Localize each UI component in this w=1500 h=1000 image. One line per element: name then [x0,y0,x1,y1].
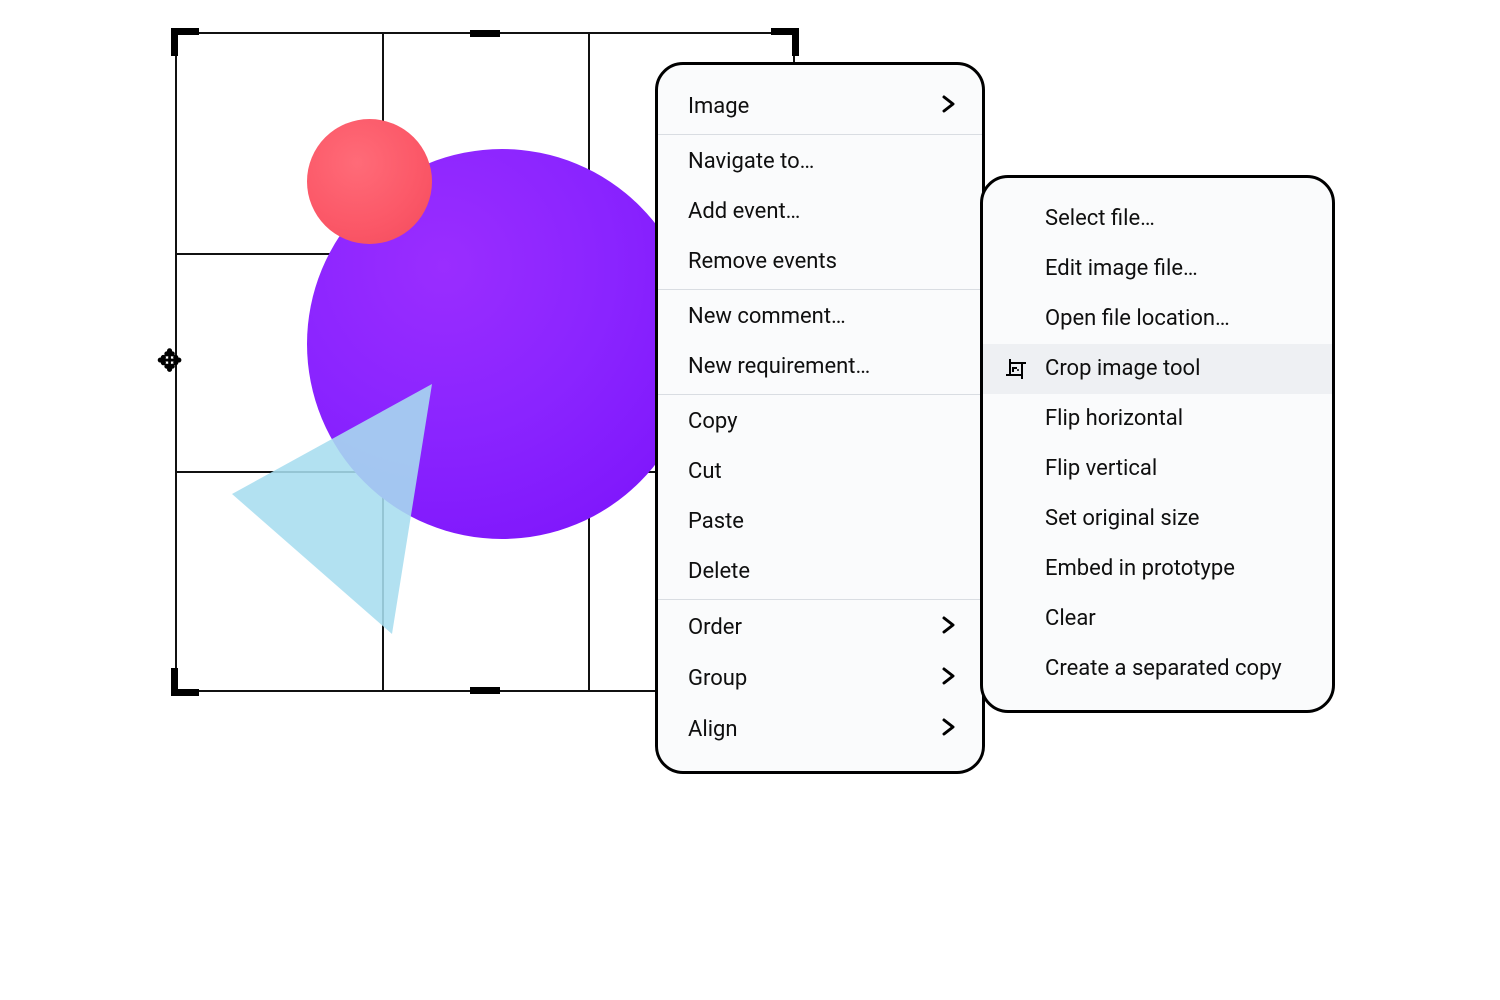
shape-pink-circle[interactable] [307,119,432,244]
selection-corner-bottom-left[interactable] [171,668,199,696]
menu-item-group[interactable]: Group [658,653,982,704]
submenu-item-create-separated-copy[interactable]: Create a separated copy [983,644,1332,694]
menu-item-label: Order [688,617,912,639]
menu-item-label: Flip horizontal [1045,408,1306,430]
menu-item-label: Edit image file… [1045,258,1306,280]
menu-item-label: Navigate to… [688,151,956,173]
menu-item-label: Select file… [1045,208,1306,230]
selection-corner-top-right[interactable] [771,28,799,56]
menu-item-navigate-to[interactable]: Navigate to… [658,137,982,187]
menu-item-label: Create a separated copy [1045,658,1306,680]
menu-item-order[interactable]: Order [658,602,982,653]
menu-item-label: Image [688,96,912,118]
menu-item-new-requirement[interactable]: New requirement… [658,342,982,392]
menu-item-image[interactable]: Image [658,81,982,132]
context-menu: Image Navigate to… Add event… Remove eve… [655,62,985,774]
menu-item-align[interactable]: Align [658,704,982,755]
submenu-item-set-original-size[interactable]: Set original size [983,494,1332,544]
menu-item-label: Clear [1045,608,1306,630]
submenu-item-crop-image-tool[interactable]: Crop image tool [983,344,1332,394]
menu-item-label: Open file location… [1045,308,1306,330]
chevron-right-icon [942,667,956,690]
menu-item-label: Group [688,668,912,690]
chevron-right-icon [942,616,956,639]
menu-item-label: New comment… [688,306,956,328]
menu-separator [658,134,982,135]
shape-blue-triangle[interactable] [232,384,522,634]
chevron-right-icon [942,95,956,118]
menu-item-label: Add event… [688,201,956,223]
menu-separator [658,394,982,395]
menu-item-label: New requirement… [688,356,956,378]
menu-item-copy[interactable]: Copy [658,397,982,447]
menu-item-label: Align [688,719,912,741]
image-submenu: Select file… Edit image file… Open file … [980,175,1335,713]
menu-item-remove-events[interactable]: Remove events [658,237,982,287]
submenu-item-embed-in-prototype[interactable]: Embed in prototype [983,544,1332,594]
menu-item-label: Delete [688,561,956,583]
selection-handle-bottom[interactable] [470,687,500,694]
menu-item-add-event[interactable]: Add event… [658,187,982,237]
submenu-item-flip-vertical[interactable]: Flip vertical [983,444,1332,494]
menu-item-label: Copy [688,411,956,433]
menu-item-label: Cut [688,461,956,483]
selection-corner-top-left[interactable] [171,28,199,56]
menu-item-new-comment[interactable]: New comment… [658,292,982,342]
menu-item-label: Paste [688,511,956,533]
menu-item-label: Set original size [1045,508,1306,530]
submenu-item-select-file[interactable]: Select file… [983,194,1332,244]
menu-item-cut[interactable]: Cut [658,447,982,497]
menu-separator [658,599,982,600]
menu-item-paste[interactable]: Paste [658,497,982,547]
selection-handle-top[interactable] [470,30,500,37]
menu-separator [658,289,982,290]
submenu-item-clear[interactable]: Clear [983,594,1332,644]
submenu-item-flip-horizontal[interactable]: Flip horizontal [983,394,1332,444]
menu-item-delete[interactable]: Delete [658,547,982,597]
crop-image-icon [1001,357,1031,381]
move-cursor-icon: ✥ [157,347,182,377]
menu-item-label: Flip vertical [1045,458,1306,480]
submenu-item-open-file-location[interactable]: Open file location… [983,294,1332,344]
chevron-right-icon [942,718,956,741]
menu-item-label: Remove events [688,251,956,273]
menu-item-label: Embed in prototype [1045,558,1306,580]
submenu-item-edit-image-file[interactable]: Edit image file… [983,244,1332,294]
menu-item-label: Crop image tool [1045,358,1306,380]
